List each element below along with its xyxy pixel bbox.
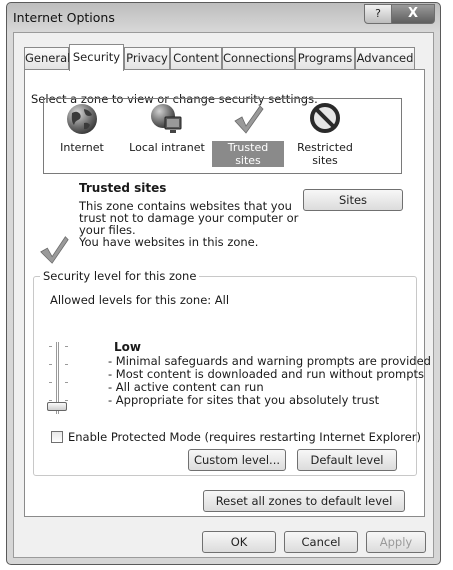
zone-restricted-sites-label: Restricted sites (294, 141, 356, 167)
tab-content[interactable]: Content (170, 47, 222, 69)
sites-button[interactable]: Sites (303, 189, 403, 211)
zone-restricted-label-line1: Restricted (297, 141, 353, 154)
zone-local-intranet[interactable]: Local intranet (124, 101, 210, 154)
tab-general[interactable]: General (24, 47, 70, 69)
apply-button[interactable]: Apply (366, 531, 426, 553)
window-title: Internet Options (13, 10, 115, 25)
level-bullet: - Appropriate for sites that you absolut… (108, 393, 380, 407)
reset-all-zones-button[interactable]: Reset all zones to default level (203, 490, 405, 512)
allowed-levels-label: Allowed levels for this zone: All (50, 293, 230, 307)
zone-restricted-label-line2: sites (312, 154, 338, 167)
trusted-sites-checkmark-icon (40, 236, 69, 264)
tab-programs[interactable]: Programs (295, 47, 355, 69)
intranet-icon (151, 104, 182, 133)
zone-internet-label: Internet (60, 141, 104, 154)
security-level-slider[interactable] (44, 340, 74, 415)
tab-privacy[interactable]: Privacy (124, 47, 170, 69)
tab-connections[interactable]: Connections (222, 47, 295, 69)
ok-button[interactable]: OK (202, 531, 276, 553)
zone-info-title: Trusted sites (79, 181, 167, 195)
security-level-legend: Security level for this zone (40, 269, 200, 283)
zone-local-intranet-label: Local intranet (129, 141, 205, 154)
cancel-button[interactable]: Cancel (284, 531, 358, 553)
protected-mode-label: Enable Protected Mode (requires restarti… (68, 430, 421, 444)
tab-advanced[interactable]: Advanced (355, 47, 415, 69)
no-entry-icon (310, 103, 340, 133)
checkmark-icon (234, 105, 264, 134)
tab-security[interactable]: Security (69, 44, 124, 71)
zone-trusted-sites-label: Trusted sites (212, 141, 284, 167)
zone-trusted-sites[interactable]: Trusted sites (212, 101, 284, 167)
dialog-body: General Security Privacy Content Connect… (13, 32, 434, 558)
security-level-group: Security level for this zone Allowed lev… (33, 269, 431, 476)
security-level-name: Low (114, 340, 141, 354)
security-level-bullets: - Minimal safeguards and warning prompts… (108, 355, 431, 407)
slider-thumb[interactable] (47, 402, 67, 411)
zone-restricted-sites[interactable]: Restricted sites (294, 101, 356, 167)
custom-level-button[interactable]: Custom level... (188, 449, 286, 471)
internet-options-window: Internet Options ? X General Security Pr… (6, 2, 441, 565)
zone-internet[interactable]: Internet (52, 101, 112, 154)
default-level-button[interactable]: Default level (297, 449, 397, 471)
zone-info-description: This zone contains websites that you tru… (79, 200, 298, 248)
security-tab-panel: Select a zone to view or change security… (24, 69, 431, 517)
zone-list: Internet Local intranet Trusted sites Re… (43, 98, 402, 174)
protected-mode-checkbox[interactable] (51, 431, 63, 443)
globe-icon (67, 104, 97, 134)
zone-info-line: You have websites in this zone. (79, 235, 259, 249)
help-button[interactable]: ? (364, 4, 392, 24)
close-button[interactable]: X (391, 4, 435, 24)
